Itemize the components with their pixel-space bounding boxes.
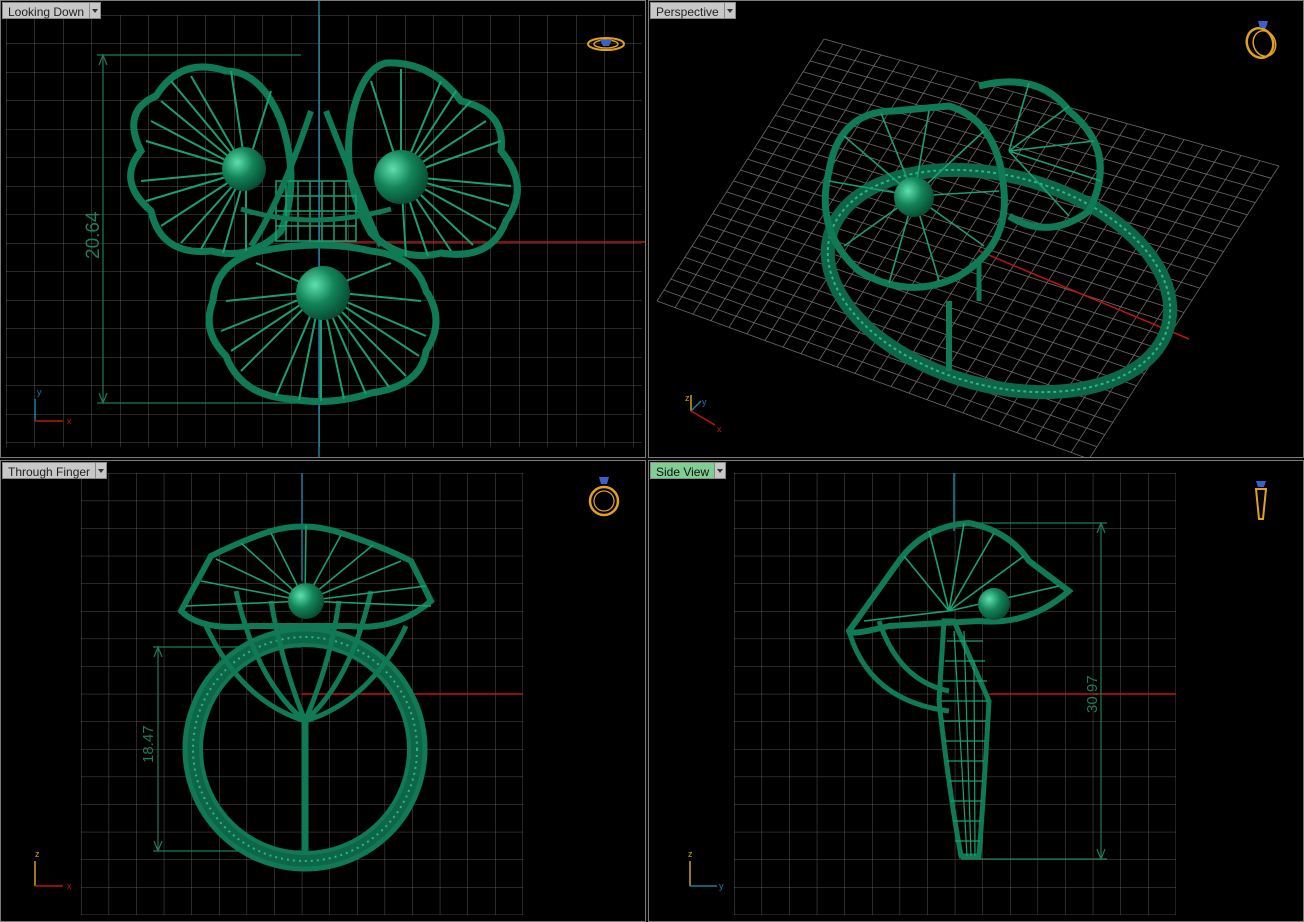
axis-label-x: x [67,416,72,426]
pearl [222,147,266,191]
axis-label-x: x [67,881,72,891]
ring-top-view-icon[interactable] [587,37,625,51]
dimension-value: 20.64 [83,211,104,259]
pearl [374,150,428,204]
looking-down-canvas[interactable]: 20.64 y x [1,1,646,458]
axis-label-y: y [37,387,42,397]
pearl [288,583,324,619]
pearl [894,177,934,217]
dimension-value: 18.47 [140,725,157,763]
dimension-value: 30.97 [1084,675,1101,713]
ring-front-view-icon[interactable] [588,477,620,517]
perspective-grid [656,38,1280,457]
ring-perspective-icon[interactable] [1243,21,1280,62]
viewport-menu-dropdown-icon[interactable] [714,462,727,479]
viewport-through-finger[interactable]: Through Finger 18.47 z x [0,460,646,922]
viewport-title: Side View [650,462,715,479]
viewport-menu-dropdown-icon[interactable] [95,462,108,479]
ring-side-view-icon[interactable] [1254,481,1268,520]
axis-label-y: y [719,881,724,891]
pearl [978,588,1010,620]
viewport-menu-dropdown-icon[interactable] [89,2,102,19]
viewport-perspective[interactable]: Perspective z y x [648,0,1304,458]
through-finger-canvas[interactable]: 18.47 z x [1,461,646,922]
viewport-title: Looking Down [2,2,90,19]
axis-gizmo: z y [688,849,724,891]
viewport-label-perspective[interactable]: Perspective [650,2,736,19]
viewport-looking-down[interactable]: Looking Down 20.64 y x [0,0,646,458]
axis-label-z: z [688,849,693,859]
viewport-menu-dropdown-icon[interactable] [723,2,736,19]
viewport-label-looking-down[interactable]: Looking Down [2,2,102,19]
axis-gizmo: z y x [685,393,722,434]
viewport-title: Perspective [650,2,724,19]
viewport-side-view[interactable]: Side View 30.97 z y [648,460,1304,922]
viewport-title: Through Finger [2,462,96,479]
side-view-canvas[interactable]: 30.97 z y [649,461,1304,922]
pearl [296,266,350,320]
axis-label-z: z [685,393,690,403]
viewport-label-through-finger[interactable]: Through Finger [2,462,108,479]
axis-gizmo: z x [34,849,72,891]
axis-label-x: x [717,424,722,434]
viewport-label-side-view[interactable]: Side View [650,462,727,479]
perspective-canvas[interactable]: z y x [649,1,1304,458]
axis-label-z: z [35,849,40,859]
axis-label-y: y [702,397,707,407]
